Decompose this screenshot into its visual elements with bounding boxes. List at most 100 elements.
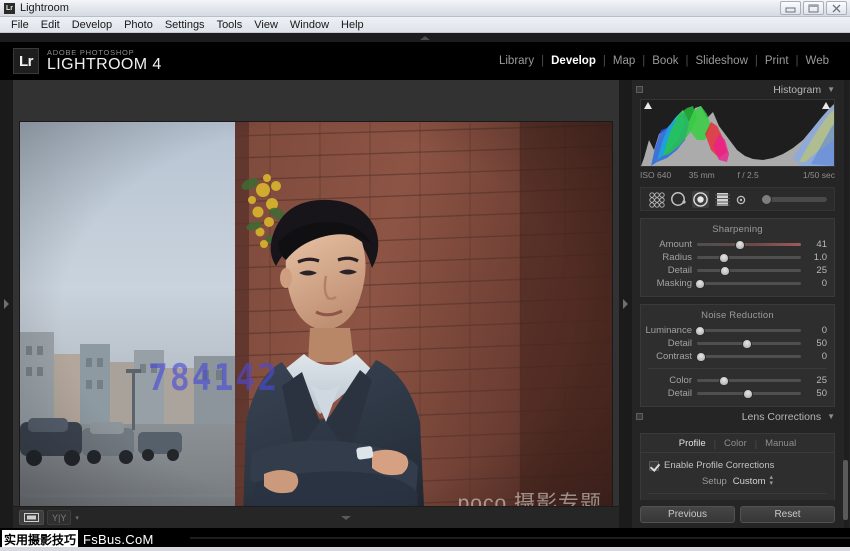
module-slideshow[interactable]: Slideshow (688, 55, 754, 67)
minimize-button[interactable] (780, 1, 801, 15)
module-book[interactable]: Book (645, 55, 685, 67)
tab-manual[interactable]: Manual (757, 438, 804, 449)
nr-color-detail-knob[interactable] (742, 388, 753, 399)
slider-row[interactable]: Detail 50 (641, 337, 834, 350)
histogram-panel-header[interactable]: Histogram ▼ (632, 80, 843, 99)
sharpening-masking-value[interactable]: 0 (801, 278, 827, 289)
nr-luminance-detail-value[interactable]: 50 (801, 338, 827, 349)
nr-color-value[interactable]: 25 (801, 375, 827, 386)
section-divider (648, 493, 827, 494)
right-panel-scrollbar-thumb[interactable] (843, 460, 848, 520)
shadow-clipping-indicator[interactable] (644, 102, 653, 111)
identity-plate[interactable]: Lr ADOBE PHOTOSHOP LIGHTROOM 4 (13, 48, 162, 74)
lightroom-logo-icon: Lr (13, 48, 39, 74)
brush-slider-knob[interactable] (761, 193, 772, 205)
nr-color-knob[interactable] (719, 375, 730, 386)
tab-profile[interactable]: Profile (671, 438, 714, 449)
sharpening-radius-track[interactable] (697, 252, 801, 263)
nr-contrast-track[interactable] (696, 351, 801, 362)
nr-luminance-detail-knob[interactable] (741, 338, 752, 349)
enable-profile-corrections-row[interactable]: Enable Profile Corrections (641, 456, 834, 474)
menu-photo[interactable]: Photo (118, 18, 159, 32)
filmstrip-top-collapse-bar[interactable] (0, 33, 850, 42)
stepper-icon[interactable]: ▴▾ (770, 474, 774, 488)
slider-row[interactable]: Color 25 (641, 374, 834, 387)
lens-corrections-panel-header[interactable]: Lens Corrections ▼ (632, 407, 843, 426)
setup-value[interactable]: Custom (733, 476, 766, 487)
sharpening-amount-knob[interactable] (734, 239, 745, 250)
menu-edit[interactable]: Edit (35, 18, 66, 32)
slider-row[interactable]: Detail 50 (641, 387, 834, 400)
photo-frame: 784142 poco 摄影专题 http://photo.poco.cn/ (20, 122, 612, 548)
nr-contrast-value[interactable]: 0 (801, 351, 827, 362)
chevron-down-icon[interactable]: ▼ (827, 85, 835, 94)
slider-row[interactable]: Radius 1.0 (641, 251, 834, 264)
enable-profile-corrections-checkbox[interactable] (649, 460, 659, 471)
module-library[interactable]: Library (492, 55, 541, 67)
exif-aperture: f / 2.5 (737, 170, 759, 180)
image-viewer[interactable]: 784142 poco 摄影专题 http://photo.poco.cn/ (13, 80, 619, 548)
slider-row[interactable]: Masking 0 (641, 277, 834, 290)
loupe-view-button[interactable] (19, 510, 44, 525)
menu-develop[interactable]: Develop (66, 18, 118, 32)
module-web[interactable]: Web (799, 55, 836, 67)
menu-settings[interactable]: Settings (159, 18, 211, 32)
menu-tools[interactable]: Tools (211, 18, 249, 32)
spot-removal-tool[interactable] (648, 191, 665, 208)
menu-help[interactable]: Help (335, 18, 370, 32)
previous-button[interactable]: Previous (640, 505, 735, 523)
chevron-down-icon[interactable]: ▼ (827, 412, 835, 421)
compare-view-button[interactable]: Y|Y (47, 510, 72, 525)
nr-color-detail-track[interactable] (697, 388, 801, 399)
nr-luminance-label: Luminance (645, 325, 692, 336)
slider-row[interactable]: Luminance 0 (641, 324, 834, 337)
sharpening-radius-value[interactable]: 1.0 (801, 252, 827, 263)
histogram-graph[interactable] (640, 99, 835, 167)
slider-row[interactable]: Detail 25 (641, 264, 834, 277)
panel-switch-icon[interactable] (636, 86, 643, 93)
adjustment-brush-tool[interactable] (736, 191, 753, 208)
section-divider (648, 368, 827, 369)
lr-header: Lr ADOBE PHOTOSHOP LIGHTROOM 4 Library |… (0, 42, 850, 80)
menu-window[interactable]: Window (284, 18, 335, 32)
nr-color-track[interactable] (697, 375, 801, 386)
sharpening-amount-track[interactable] (697, 239, 801, 250)
menu-file[interactable]: File (5, 18, 35, 32)
menu-view[interactable]: View (248, 18, 284, 32)
module-print[interactable]: Print (758, 55, 796, 67)
slider-row[interactable]: Amount 41 (641, 238, 834, 251)
toolbar-collapse-handle[interactable] (79, 515, 613, 520)
red-eye-tool[interactable] (670, 191, 687, 208)
nr-luminance-detail-track[interactable] (697, 338, 801, 349)
setup-row[interactable]: Setup Custom ▴ ▾ (641, 474, 834, 488)
radial-filter-tool[interactable] (692, 190, 709, 208)
nr-luminance-value[interactable]: 0 (801, 325, 827, 336)
page-watermark-bar: 实用摄影技巧 FsBus.CoM (0, 528, 850, 551)
module-map[interactable]: Map (606, 55, 642, 67)
sharpening-detail-track[interactable] (697, 265, 801, 276)
nr-color-detail-value[interactable]: 50 (801, 388, 827, 399)
right-panel-toggle[interactable] (619, 80, 632, 528)
tab-color[interactable]: Color (716, 438, 755, 449)
panel-switch-icon[interactable] (636, 413, 643, 420)
left-panel-toggle[interactable] (0, 80, 13, 528)
sharpening-radius-knob[interactable] (719, 252, 730, 263)
sharpening-masking-knob[interactable] (695, 278, 706, 289)
close-button[interactable] (826, 1, 847, 15)
close-icon (832, 4, 841, 12)
sharpening-masking-track[interactable] (695, 278, 801, 289)
reset-button[interactable]: Reset (740, 505, 835, 523)
nr-luminance-knob[interactable] (695, 325, 706, 336)
module-develop[interactable]: Develop (544, 55, 603, 67)
nr-luminance-track[interactable] (695, 325, 801, 336)
graduated-filter-tool[interactable] (714, 191, 731, 208)
sharpening-detail-value[interactable]: 25 (801, 265, 827, 276)
right-panel-scrollbar[interactable] (843, 80, 849, 528)
nr-contrast-knob[interactable] (696, 351, 707, 362)
brush-size-slider[interactable] (761, 193, 827, 205)
maximize-button[interactable] (803, 1, 824, 15)
sharpening-detail-knob[interactable] (720, 265, 731, 276)
slider-row[interactable]: Contrast 0 (641, 350, 834, 363)
highlight-clipping-indicator[interactable] (822, 102, 831, 111)
sharpening-amount-value[interactable]: 41 (801, 239, 827, 250)
